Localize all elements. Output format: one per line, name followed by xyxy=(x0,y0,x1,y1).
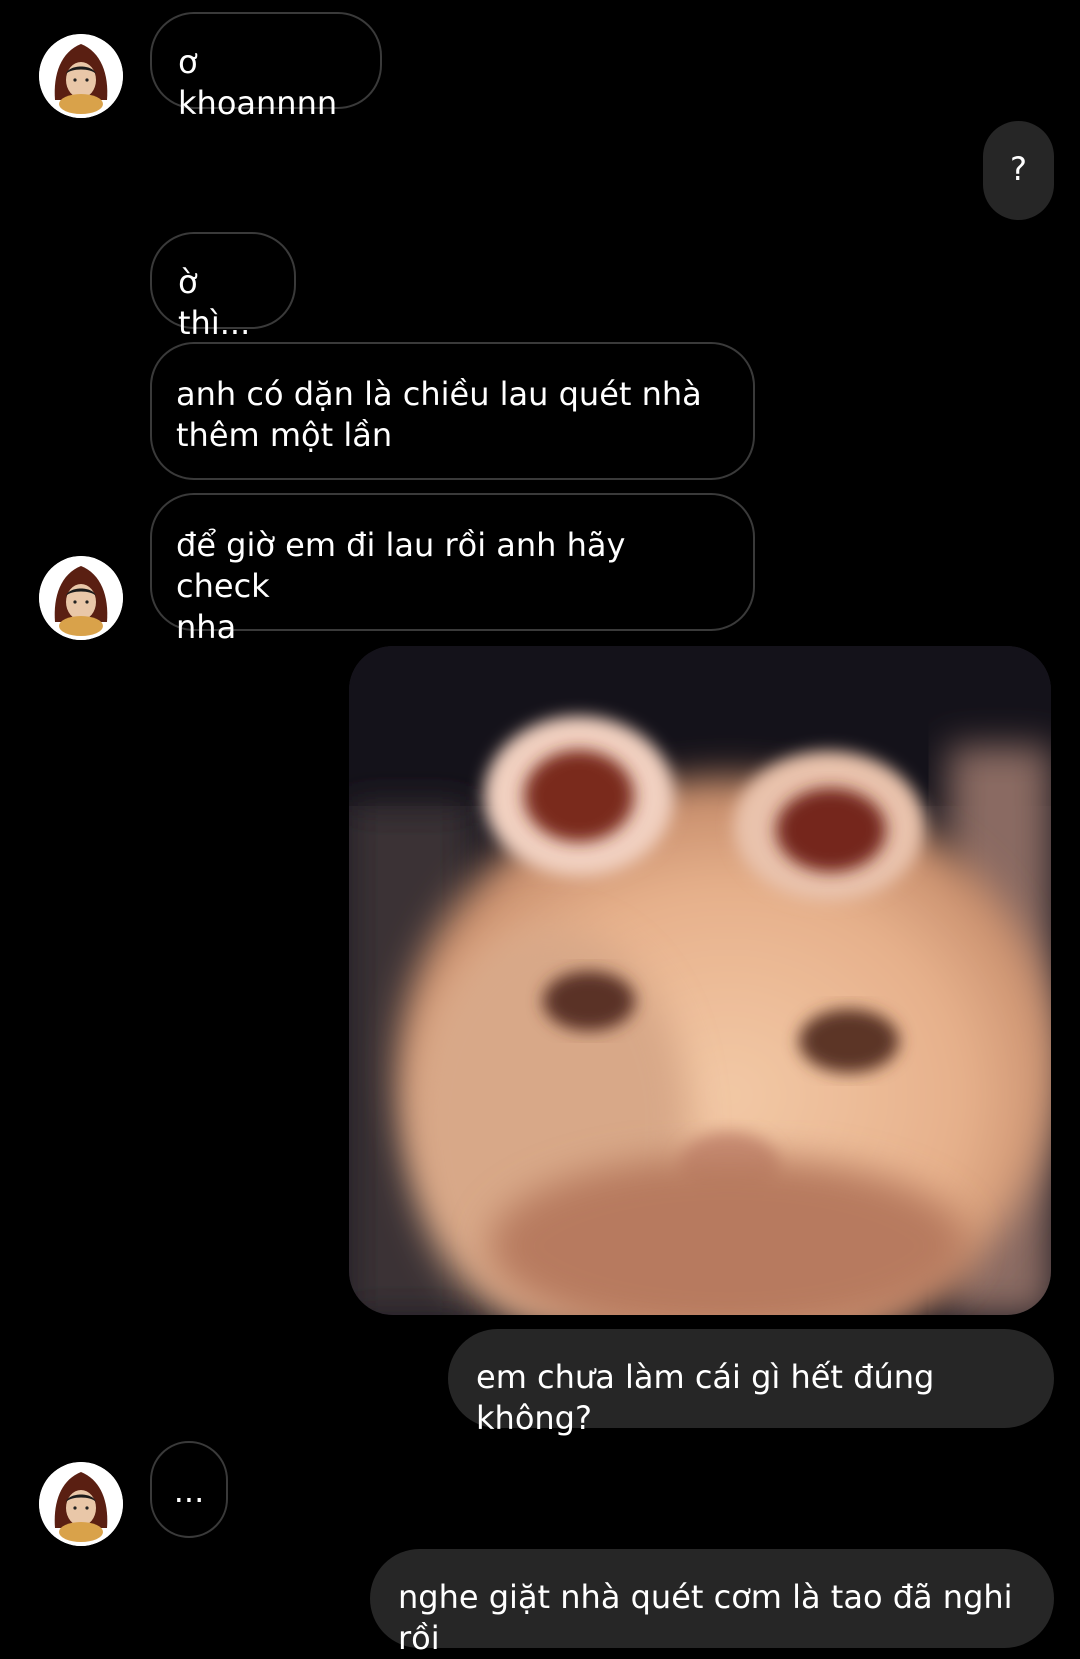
message-bubble-incoming[interactable]: ... xyxy=(150,1441,228,1538)
avatar-person-icon xyxy=(39,556,123,640)
message-bubble-outgoing[interactable]: ? xyxy=(983,121,1054,220)
contact-avatar[interactable] xyxy=(39,1462,123,1546)
message-bubble-outgoing[interactable]: nghe giặt nhà quét cơm là tao đã nghi rồ… xyxy=(370,1549,1054,1657)
message-bubble-incoming[interactable]: anh có dặn là chiều lau quét nhà thêm mộ… xyxy=(150,342,755,480)
avatar-person-icon xyxy=(39,34,123,118)
message-bubble-incoming[interactable]: ơ khoannnn xyxy=(150,12,382,122)
contact-avatar[interactable] xyxy=(39,34,123,118)
avatar-person-icon xyxy=(39,1462,123,1546)
message-bubble-incoming[interactable]: ờ thì... xyxy=(150,232,296,342)
cat-face-photo-icon xyxy=(349,646,1051,1315)
sent-photo[interactable] xyxy=(349,646,1051,1315)
contact-avatar[interactable] xyxy=(39,556,123,640)
message-bubble-incoming[interactable]: để giờ em đi lau rồi anh hãy check nha xyxy=(150,493,755,646)
message-bubble-outgoing[interactable]: em chưa làm cái gì hết đúng không? xyxy=(448,1329,1054,1437)
